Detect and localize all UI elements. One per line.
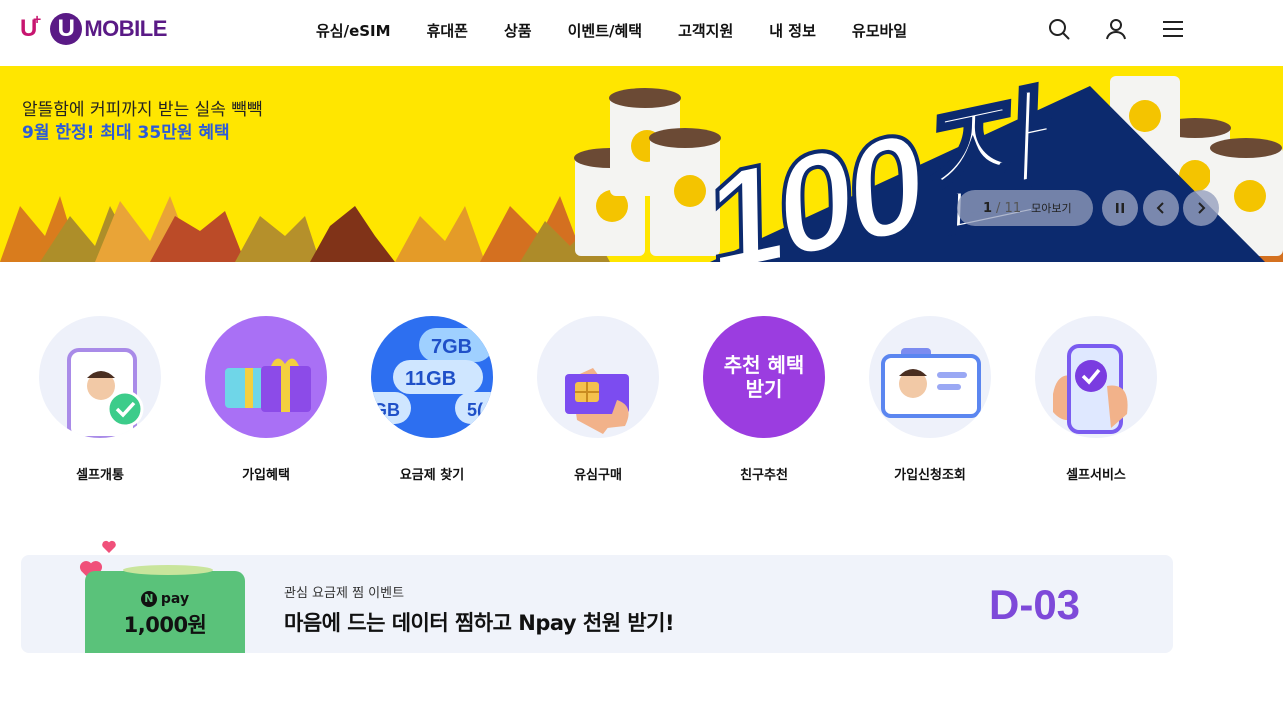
quick-label-application-status: 가입신청조회 (894, 468, 966, 483)
chevron-right-icon (1198, 202, 1206, 214)
quick-label-plan-finder: 요금제 찾기 (399, 468, 465, 483)
banner-subtitle: 알뜰함에 커피까지 받는 실속 빽빽 (22, 100, 263, 120)
event-subtitle: 관심 요금제 찜 이벤트 (284, 586, 405, 601)
quick-label-self-service: 셀프서비스 (1066, 468, 1126, 483)
self-activation-icon (39, 316, 161, 438)
header-icons (1047, 17, 1185, 41)
banner-headline: 9월 한정! 최대 35만원 혜택 (22, 123, 230, 143)
nav-umobile[interactable]: 유모바일 (852, 20, 907, 41)
pause-button[interactable] (1102, 190, 1138, 226)
quick-label-referral: 친구추천 (740, 468, 788, 483)
quick-item-usim-purchase[interactable]: 유심구매 (536, 316, 660, 483)
pause-icon (1116, 203, 1124, 213)
quick-item-self-activation[interactable]: 셀프개통 (38, 316, 162, 483)
quick-item-referral[interactable]: 추천 혜택 받기 친구추천 (702, 316, 826, 483)
phone-check-icon (1035, 316, 1157, 438)
umobile-logo[interactable]: U + U MOBILE (20, 11, 167, 47)
npay-amount: 1,000원 (123, 613, 207, 637)
npay-brand-text: pay (160, 591, 190, 607)
search-icon[interactable] (1047, 17, 1071, 41)
quick-label-join-benefits: 가입혜택 (242, 468, 290, 483)
referral-badge-line1: 추천 혜택 (723, 353, 805, 377)
main-nav: 유심/eSIM 휴대폰 상품 이벤트/혜택 고객지원 내 정보 유모바일 (316, 20, 943, 41)
nav-support[interactable]: 고객지원 (678, 20, 733, 41)
logo-mobile-text: MOBILE (84, 16, 167, 41)
nav-usim-esim[interactable]: 유심/eSIM (316, 20, 391, 41)
nav-phone[interactable]: 휴대폰 (427, 20, 468, 41)
quick-item-self-service[interactable]: 셀프서비스 (1034, 316, 1158, 483)
quick-label-usim-purchase: 유심구매 (574, 468, 622, 483)
pager-total: / 11 (996, 200, 1022, 216)
quick-item-plan-finder[interactable]: 7GB 11GB GB 5( 요금제 찾기 (370, 316, 494, 483)
banner-pager[interactable]: 1 / 11 모아보기 (957, 190, 1093, 226)
pager-view-all[interactable]: 모아보기 (1031, 200, 1071, 216)
npay-logo: N pay (85, 591, 245, 607)
npay-n-badge: N (140, 591, 157, 607)
svg-text:5(: 5( (467, 400, 483, 420)
svg-text:GB: GB (373, 400, 400, 420)
quick-item-application-status[interactable]: 가입신청조회 (868, 316, 992, 483)
svg-text:7GB: 7GB (431, 336, 472, 358)
svg-text:11GB: 11GB (405, 368, 456, 390)
small-heart-icon (102, 540, 116, 553)
id-card-icon (869, 316, 991, 438)
event-card[interactable]: N pay 1,000원 관심 요금제 찜 이벤트 마음에 드는 데이터 찜하고… (21, 540, 1173, 653)
hero-banner[interactable]: 알뜰함에 커피까지 받는 실속 빽빽 9월 한정! 최대 35만원 혜택 100… (0, 66, 1283, 262)
site-header: U + U MOBILE 유심/eSIM 휴대폰 상품 이벤트/혜택 고객지원 내… (0, 0, 1283, 66)
data-plan-icon: 7GB 11GB GB 5( (371, 316, 493, 438)
quick-item-join-benefits[interactable]: 가입혜택 (204, 316, 328, 483)
nav-events[interactable]: 이벤트/혜택 (568, 20, 642, 41)
npay-voucher: N pay 1,000원 (85, 565, 245, 653)
logo-u-circle: U (50, 13, 83, 45)
gift-icon (205, 316, 327, 438)
pager-current: 1 (983, 200, 993, 216)
referral-badge: 추천 혜택 받기 (703, 316, 825, 438)
logo-uplus: U + (20, 11, 41, 42)
event-dday: D-03 (989, 581, 1081, 628)
menu-icon[interactable] (1161, 17, 1185, 41)
chevron-left-icon (1156, 202, 1164, 214)
event-title: 마음에 드는 데이터 찜하고 Npay 천원 받기! (284, 611, 675, 635)
next-slide-button[interactable] (1183, 190, 1219, 226)
quick-menu: 셀프개통 가입혜택 7GB 11GB GB 5(요금제 찾기 유심구매 추천 … (38, 316, 1158, 483)
quick-label-self-activation: 셀프개통 (76, 468, 124, 483)
nav-my-info[interactable]: 내 정보 (769, 20, 816, 41)
user-icon[interactable] (1104, 17, 1128, 41)
sim-card-icon (537, 316, 659, 438)
voucher-top-decoration (123, 565, 213, 575)
prev-slide-button[interactable] (1143, 190, 1179, 226)
nav-products[interactable]: 상품 (504, 20, 532, 41)
referral-badge-line2: 받기 (745, 377, 783, 401)
